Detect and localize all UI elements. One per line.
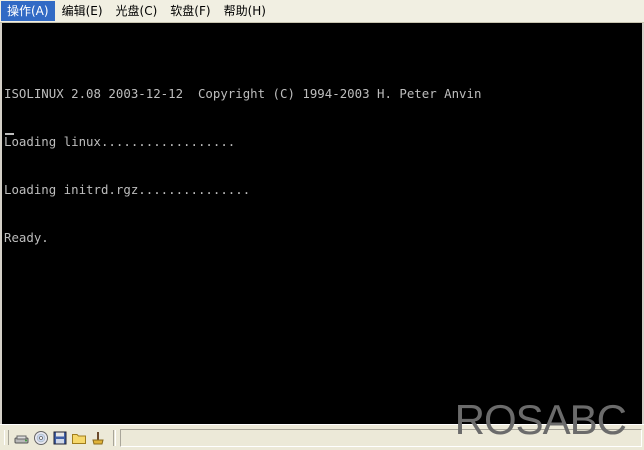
console-line: ISOLINUX 2.08 2003-12-12 Copyright (C) 1… [4, 86, 482, 101]
network-icon[interactable] [14, 430, 30, 446]
menu-cdrom[interactable]: 光盘(C) [110, 1, 164, 21]
cdrom-icon[interactable] [33, 430, 49, 446]
text-cursor [5, 133, 14, 135]
menu-action[interactable]: 操作(A) [1, 1, 55, 21]
watermark: ROSABC [454, 396, 627, 443]
status-bar: ROSABC [0, 396, 644, 450]
menu-edit[interactable]: 编辑(E) [56, 1, 109, 21]
toolbar-grip[interactable] [4, 430, 9, 445]
vm-console-screen[interactable]: ISOLINUX 2.08 2003-12-12 Copyright (C) 1… [0, 23, 644, 424]
menu-help[interactable]: 帮助(H) [218, 1, 272, 21]
menu-floppy[interactable]: 软盘(F) [164, 1, 216, 21]
console-line: Loading linux.................. [4, 134, 236, 149]
usb-icon[interactable] [90, 430, 106, 446]
folder-icon[interactable] [71, 430, 87, 446]
menu-bar: 操作(A) 编辑(E) 光盘(C) 软盘(F) 帮助(H) [0, 0, 644, 23]
console-output: ISOLINUX 2.08 2003-12-12 Copyright (C) 1… [4, 54, 481, 278]
floppy-icon[interactable] [52, 430, 68, 446]
console-line: Loading initrd.rgz............... [4, 182, 251, 197]
console-line: Ready. [4, 230, 49, 245]
toolbar-separator [113, 429, 116, 446]
